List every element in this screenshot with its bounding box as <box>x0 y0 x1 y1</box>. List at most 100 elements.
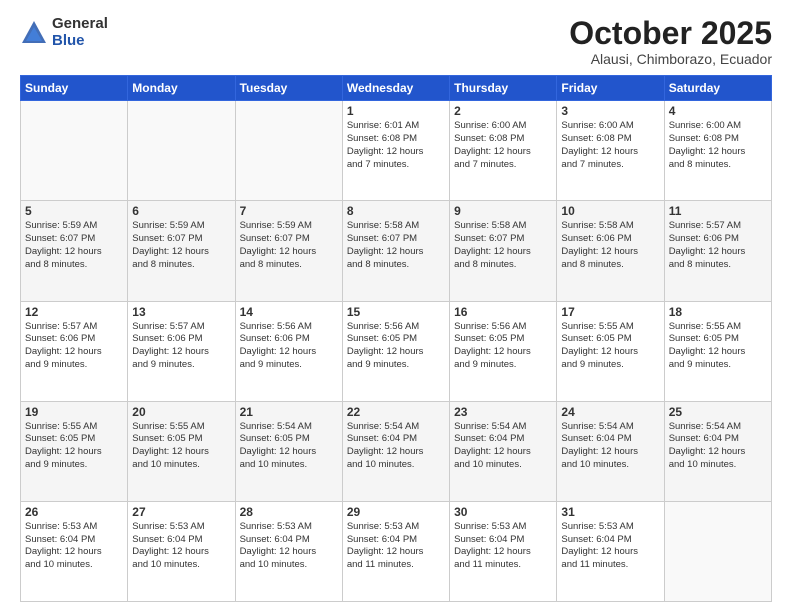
day-info: Sunrise: 5:53 AM Sunset: 6:04 PM Dayligh… <box>240 521 338 572</box>
table-row: 26 Sunrise: 5:53 AM Sunset: 6:04 PM Dayli… <box>21 501 128 601</box>
week-row: 19 Sunrise: 5:55 AM Sunset: 6:05 PM Dayli… <box>21 401 772 501</box>
col-monday: Monday <box>128 76 235 101</box>
table-row: 3 Sunrise: 6:00 AM Sunset: 6:08 PM Daylig… <box>557 101 664 201</box>
table-row: 19Sunrise: 5:55 AM Sunset: 6:05 PM Dayli… <box>21 401 128 501</box>
day-info: Sunrise: 5:57 AM Sunset: 6:06 PM Dayligh… <box>132 321 230 372</box>
table-row <box>235 101 342 201</box>
calendar-body: 1 Sunrise: 6:01 AM Sunset: 6:08 PM Daylig… <box>21 101 772 602</box>
table-row: 31 Sunrise: 5:53 AM Sunset: 6:04 PM Dayli… <box>557 501 664 601</box>
calendar-header: Sunday Monday Tuesday Wednesday Thursday… <box>21 76 772 101</box>
table-row: 12 Sunrise: 5:57 AM Sunset: 6:06 PM Dayli… <box>21 301 128 401</box>
day-info: Sunrise: 5:55 AM Sunset: 6:05 PM Dayligh… <box>561 321 659 372</box>
day-info: Sunrise: 6:01 AM Sunset: 6:08 PM Dayligh… <box>347 120 445 171</box>
calendar-title: October 2025 <box>569 16 772 51</box>
table-row: 7Sunrise: 5:59 AM Sunset: 6:07 PM Daylig… <box>235 201 342 301</box>
col-thursday: Thursday <box>450 76 557 101</box>
day-number: 5 <box>25 204 123 218</box>
day-number: 23 <box>454 405 552 419</box>
logo: General Blue <box>20 16 108 49</box>
table-row: 10 Sunrise: 5:58 AM Sunset: 6:06 PM Dayli… <box>557 201 664 301</box>
table-row: 28 Sunrise: 5:53 AM Sunset: 6:04 PM Dayli… <box>235 501 342 601</box>
col-tuesday: Tuesday <box>235 76 342 101</box>
day-number: 20 <box>132 405 230 419</box>
day-info: Sunrise: 5:53 AM Sunset: 6:04 PM Dayligh… <box>25 521 123 572</box>
table-row: 1 Sunrise: 6:01 AM Sunset: 6:08 PM Daylig… <box>342 101 449 201</box>
table-row: 11 Sunrise: 5:57 AM Sunset: 6:06 PM Dayli… <box>664 201 771 301</box>
table-row: 25Sunrise: 5:54 AM Sunset: 6:04 PM Dayli… <box>664 401 771 501</box>
day-number: 14 <box>240 305 338 319</box>
day-number: 28 <box>240 505 338 519</box>
day-info: Sunrise: 5:57 AM Sunset: 6:06 PM Dayligh… <box>669 220 767 271</box>
day-info: Sunrise: 5:56 AM Sunset: 6:06 PM Dayligh… <box>240 321 338 372</box>
day-number: 29 <box>347 505 445 519</box>
calendar-table: Sunday Monday Tuesday Wednesday Thursday… <box>20 75 772 602</box>
day-info: Sunrise: 5:55 AM Sunset: 6:05 PM Dayligh… <box>132 421 230 472</box>
day-info: Sunrise: 6:00 AM Sunset: 6:08 PM Dayligh… <box>669 120 767 171</box>
day-number: 12 <box>25 305 123 319</box>
day-info: Sunrise: 5:59 AM Sunset: 6:07 PM Dayligh… <box>25 220 123 271</box>
calendar-subtitle: Alausi, Chimborazo, Ecuador <box>569 51 772 67</box>
day-number: 10 <box>561 204 659 218</box>
week-row: 12 Sunrise: 5:57 AM Sunset: 6:06 PM Dayli… <box>21 301 772 401</box>
day-number: 19 <box>25 405 123 419</box>
day-number: 13 <box>132 305 230 319</box>
day-number: 26 <box>25 505 123 519</box>
day-info: Sunrise: 5:54 AM Sunset: 6:04 PM Dayligh… <box>561 421 659 472</box>
day-info: Sunrise: 5:58 AM Sunset: 6:07 PM Dayligh… <box>347 220 445 271</box>
day-number: 18 <box>669 305 767 319</box>
day-number: 22 <box>347 405 445 419</box>
table-row: 24Sunrise: 5:54 AM Sunset: 6:04 PM Dayli… <box>557 401 664 501</box>
logo-blue: Blue <box>52 33 108 50</box>
table-row: 18Sunrise: 5:55 AM Sunset: 6:05 PM Dayli… <box>664 301 771 401</box>
col-wednesday: Wednesday <box>342 76 449 101</box>
table-row: 21 Sunrise: 5:54 AM Sunset: 6:05 PM Dayli… <box>235 401 342 501</box>
week-row: 5 Sunrise: 5:59 AM Sunset: 6:07 PM Daylig… <box>21 201 772 301</box>
table-row: 13 Sunrise: 5:57 AM Sunset: 6:06 PM Dayli… <box>128 301 235 401</box>
day-info: Sunrise: 5:53 AM Sunset: 6:04 PM Dayligh… <box>454 521 552 572</box>
day-number: 30 <box>454 505 552 519</box>
col-sunday: Sunday <box>21 76 128 101</box>
day-number: 8 <box>347 204 445 218</box>
table-row: 17 Sunrise: 5:55 AM Sunset: 6:05 PM Dayli… <box>557 301 664 401</box>
header: General Blue October 2025 Alausi, Chimbo… <box>20 16 772 67</box>
table-row: 9 Sunrise: 5:58 AM Sunset: 6:07 PM Daylig… <box>450 201 557 301</box>
day-number: 21 <box>240 405 338 419</box>
day-info: Sunrise: 5:53 AM Sunset: 6:04 PM Dayligh… <box>561 521 659 572</box>
day-info: Sunrise: 5:56 AM Sunset: 6:05 PM Dayligh… <box>347 321 445 372</box>
table-row: 27Sunrise: 5:53 AM Sunset: 6:04 PM Dayli… <box>128 501 235 601</box>
day-number: 3 <box>561 104 659 118</box>
table-row: 16Sunrise: 5:56 AM Sunset: 6:05 PM Dayli… <box>450 301 557 401</box>
day-info: Sunrise: 5:53 AM Sunset: 6:04 PM Dayligh… <box>347 521 445 572</box>
day-info: Sunrise: 5:54 AM Sunset: 6:04 PM Dayligh… <box>347 421 445 472</box>
table-row: 23Sunrise: 5:54 AM Sunset: 6:04 PM Dayli… <box>450 401 557 501</box>
col-friday: Friday <box>557 76 664 101</box>
day-number: 7 <box>240 204 338 218</box>
table-row: 4 Sunrise: 6:00 AM Sunset: 6:08 PM Daylig… <box>664 101 771 201</box>
day-number: 9 <box>454 204 552 218</box>
table-row: 2Sunrise: 6:00 AM Sunset: 6:08 PM Daylig… <box>450 101 557 201</box>
day-info: Sunrise: 6:00 AM Sunset: 6:08 PM Dayligh… <box>561 120 659 171</box>
day-info: Sunrise: 5:58 AM Sunset: 6:07 PM Dayligh… <box>454 220 552 271</box>
week-row: 26 Sunrise: 5:53 AM Sunset: 6:04 PM Dayli… <box>21 501 772 601</box>
day-info: Sunrise: 5:53 AM Sunset: 6:04 PM Dayligh… <box>132 521 230 572</box>
day-number: 25 <box>669 405 767 419</box>
table-row: 8 Sunrise: 5:58 AM Sunset: 6:07 PM Daylig… <box>342 201 449 301</box>
day-number: 1 <box>347 104 445 118</box>
day-number: 11 <box>669 204 767 218</box>
logo-text: General Blue <box>52 16 108 49</box>
table-row: 6Sunrise: 5:59 AM Sunset: 6:07 PM Daylig… <box>128 201 235 301</box>
table-row: 5 Sunrise: 5:59 AM Sunset: 6:07 PM Daylig… <box>21 201 128 301</box>
table-row: 20 Sunrise: 5:55 AM Sunset: 6:05 PM Dayli… <box>128 401 235 501</box>
day-number: 4 <box>669 104 767 118</box>
table-row: 14 Sunrise: 5:56 AM Sunset: 6:06 PM Dayli… <box>235 301 342 401</box>
week-row: 1 Sunrise: 6:01 AM Sunset: 6:08 PM Daylig… <box>21 101 772 201</box>
day-info: Sunrise: 5:58 AM Sunset: 6:06 PM Dayligh… <box>561 220 659 271</box>
day-info: Sunrise: 5:57 AM Sunset: 6:06 PM Dayligh… <box>25 321 123 372</box>
table-row <box>664 501 771 601</box>
title-block: October 2025 Alausi, Chimborazo, Ecuador <box>569 16 772 67</box>
logo-general: General <box>52 16 108 33</box>
day-number: 17 <box>561 305 659 319</box>
table-row: 15Sunrise: 5:56 AM Sunset: 6:05 PM Dayli… <box>342 301 449 401</box>
day-info: Sunrise: 5:54 AM Sunset: 6:05 PM Dayligh… <box>240 421 338 472</box>
day-number: 31 <box>561 505 659 519</box>
